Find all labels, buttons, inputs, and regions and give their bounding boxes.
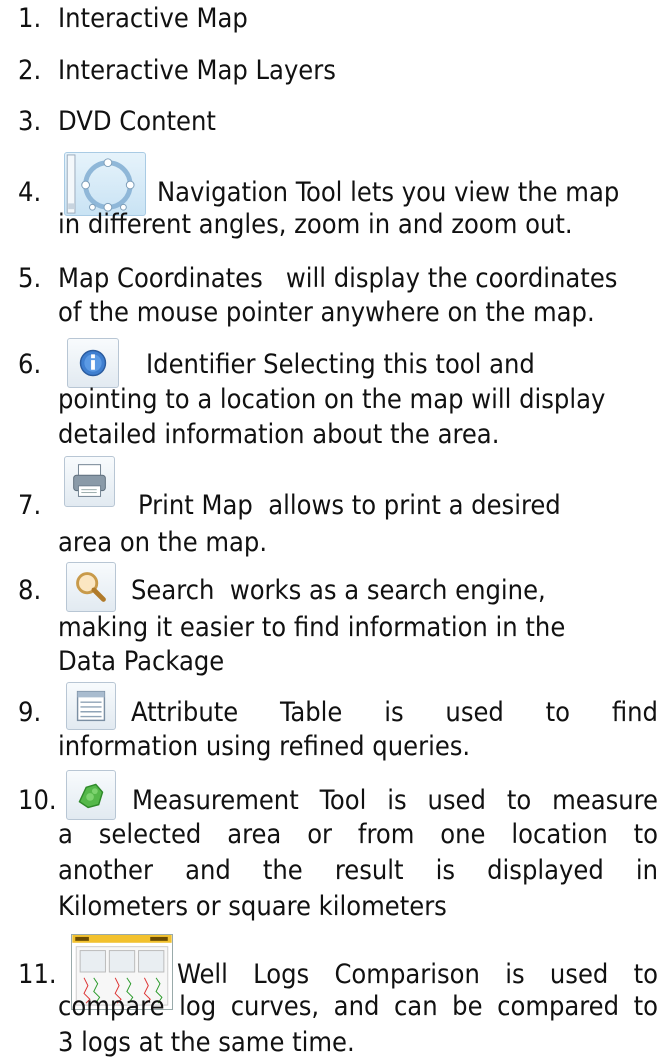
list-item: 5. Map Coordinates will display the coor… — [0, 262, 665, 332]
item-text: Well Logs Comparison is used to — [177, 959, 658, 990]
ruler-icon — [66, 770, 116, 820]
list-item: 4. Navigation Tool lets you view the map… — [0, 152, 665, 242]
item-text: of the mouse pointer anywhere on the map… — [58, 297, 595, 328]
item-text: Interactive Map Layers — [58, 55, 336, 86]
item-text: another and the result is displayed in — [58, 855, 658, 886]
item-number: 9. — [18, 697, 42, 728]
item-number: 11. — [18, 959, 57, 990]
item-number: 5. — [18, 263, 42, 294]
list-item: 11. Well Logs Comparison is used to comp… — [0, 934, 665, 1061]
item-text: Navigation Tool lets you view the map — [157, 177, 620, 208]
list-item: 2. Interactive Map Layers — [0, 54, 665, 88]
item-text: Map Coordinates will display the coordin… — [58, 263, 618, 294]
item-text: Interactive Map — [58, 3, 248, 34]
list-item: 6. Identifier Selecting this tool and po… — [0, 338, 665, 454]
list-item: 8. Search works as a search engine, maki… — [0, 562, 665, 682]
table-icon — [66, 682, 116, 730]
item-text: 3 logs at the same time. — [58, 1027, 355, 1058]
item-text: a selected area or from one location to — [58, 819, 658, 850]
item-text: Identifier Selecting this tool and — [146, 349, 535, 380]
item-number: 4. — [18, 177, 42, 208]
item-number: 2. — [18, 55, 42, 86]
item-number: 1. — [18, 3, 42, 34]
item-number: 10. — [18, 785, 57, 816]
list-item: 1. Interactive Map — [0, 2, 665, 36]
list-item: 3. DVD Content — [0, 105, 665, 139]
item-text: Print Map allows to print a desired — [138, 490, 561, 521]
item-text: Measurement Tool is used to measure — [132, 785, 658, 816]
list-item: 9. Attribute Table is used to find infor… — [0, 682, 665, 766]
identifier-icon — [67, 338, 119, 388]
item-text: making it easier to find information in … — [58, 612, 566, 643]
item-number: 6. — [18, 349, 42, 380]
item-text: Attribute Table is used to find — [131, 697, 658, 728]
item-text: area on the map. — [58, 527, 268, 558]
item-text: in different angles, zoom in and zoom ou… — [58, 209, 573, 240]
item-text: DVD Content — [58, 106, 216, 137]
list-item: 7. Print Map allows to print a desired a… — [0, 456, 665, 560]
item-number: 8. — [18, 575, 42, 606]
item-text: compare log curves, and can be compared … — [58, 991, 658, 1022]
item-text: pointing to a location on the map will d… — [58, 384, 606, 415]
item-text: detailed information about the area. — [58, 419, 500, 450]
list-item: 10. Measurement Tool is used to measure … — [0, 770, 665, 922]
item-number: 7. — [18, 490, 42, 521]
print-icon — [64, 456, 115, 507]
item-text: Data Package — [58, 646, 225, 677]
item-text: information using refined queries. — [58, 731, 471, 762]
navigation-tool-icon — [64, 152, 146, 216]
item-text: Search works as a search engine, — [131, 575, 546, 606]
item-number: 3. — [18, 106, 42, 137]
item-text: Kilometers or square kilometers — [58, 891, 447, 922]
search-icon — [66, 562, 116, 612]
